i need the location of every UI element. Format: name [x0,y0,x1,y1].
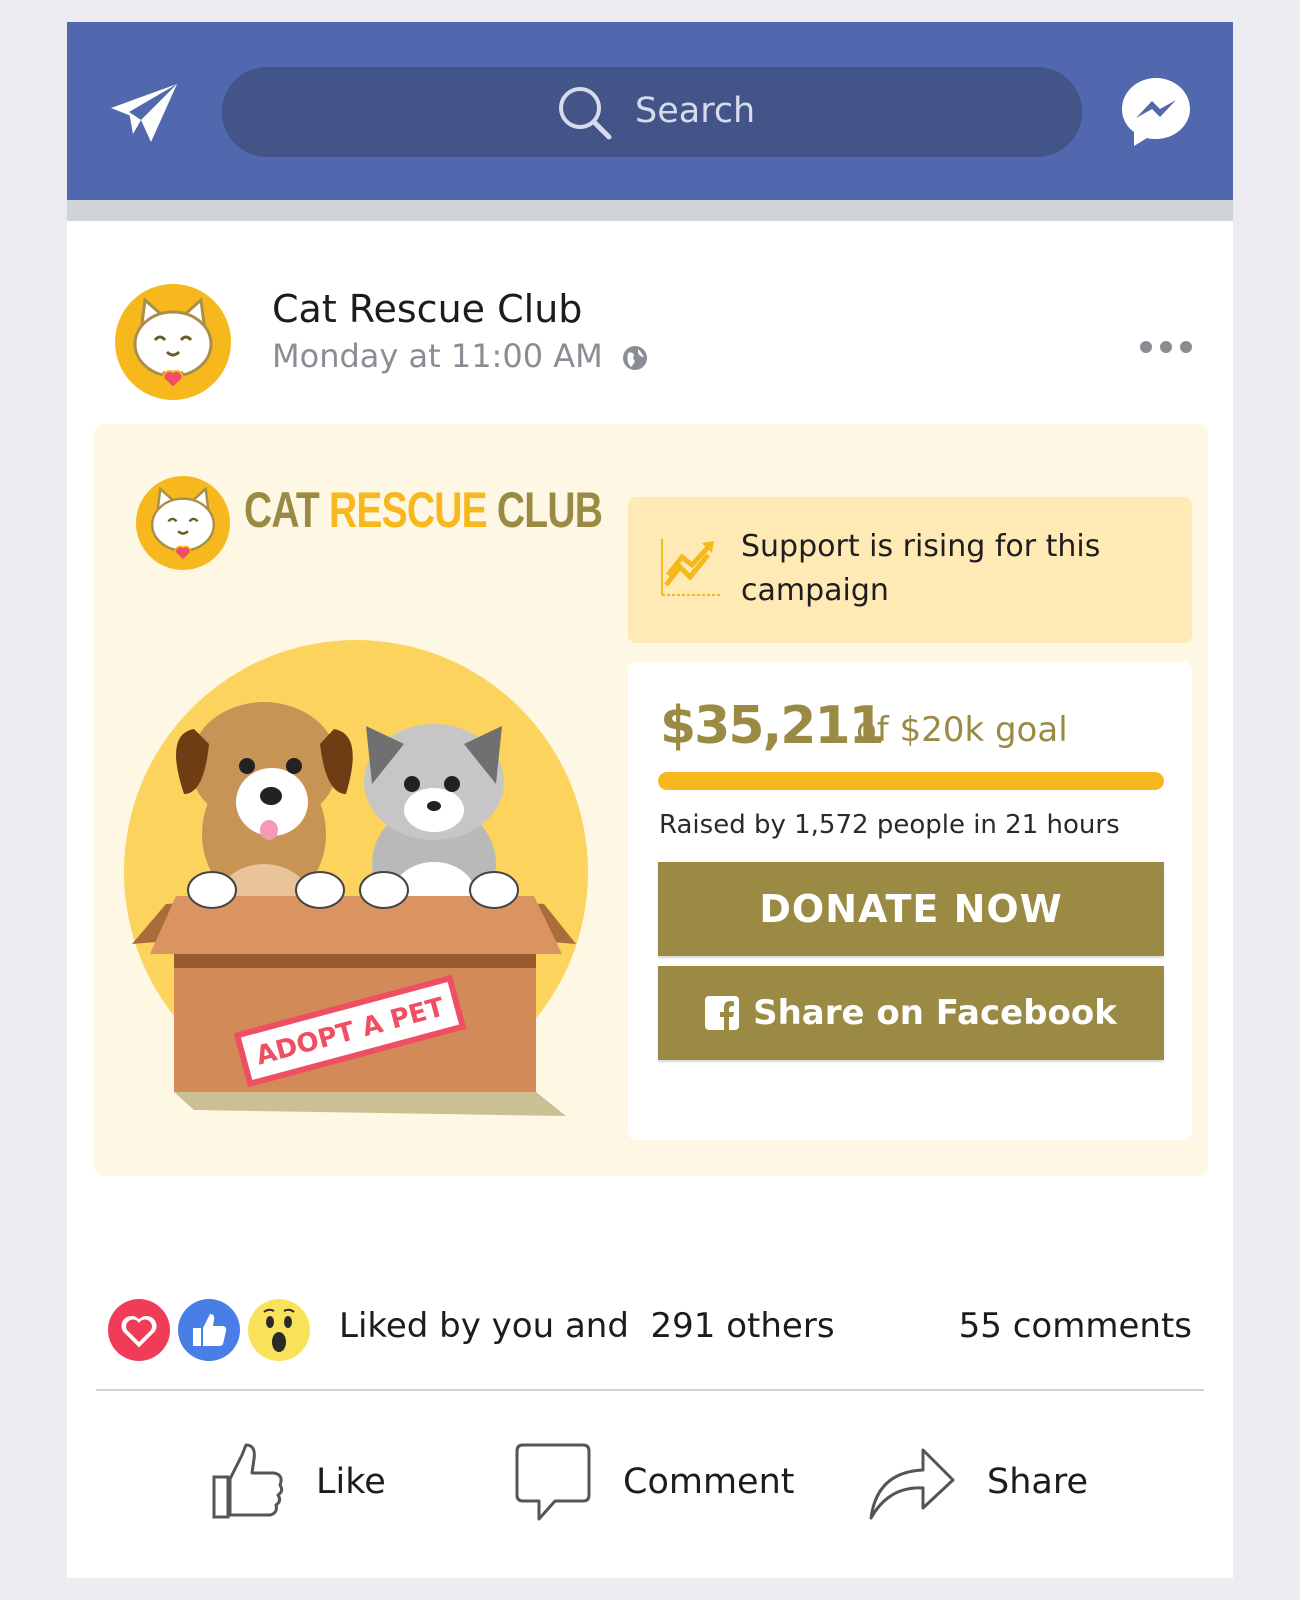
fundraiser-card: $35,211 of $20k goal Raised by 1,572 peo… [628,662,1192,1140]
campaign-banner: CAT RESCUE CLUB ADOPT A PET Support is r… [94,424,1208,1176]
like-reaction-icon [178,1299,240,1361]
top-bar: Search [67,22,1233,200]
comment-label: Comment [623,1462,795,1502]
goal-text: of $20k goal [856,710,1068,750]
like-button[interactable]: Like [212,1432,386,1532]
comment-button[interactable]: Comment [513,1432,794,1532]
raised-text: Raised by 1,572 people in 21 hours [659,810,1120,840]
brand-word-cat: CAT [244,482,320,538]
liked-by-text[interactable]: Liked by you and 291 others [339,1306,835,1346]
brand-logo [136,476,230,570]
search-placeholder: Search [635,91,756,131]
search-bar[interactable]: Search [222,67,1082,157]
phone-frame: Search Cat Rescue Club Monday at 11:00 A… [67,22,1233,1578]
donate-now-button[interactable]: DONATE NOW [658,862,1164,956]
facebook-icon [705,996,740,1030]
brand-word-club: CLUB [496,482,603,538]
share-label: Share [987,1462,1089,1502]
progress-fill [658,772,1164,790]
brand-wordmark: CAT RESCUE CLUB [244,480,603,540]
page-avatar[interactable] [115,284,231,400]
comments-count[interactable]: 55 comments [959,1306,1192,1346]
post-timestamp[interactable]: Monday at 11:00 AM [272,337,603,375]
like-label: Like [316,1462,386,1502]
page-name[interactable]: Cat Rescue Club [272,287,582,331]
rising-notice: Support is rising for this campaign [628,497,1192,643]
share-on-facebook-button[interactable]: Share on Facebook [658,966,1164,1060]
amount-raised: $35,211 [660,696,885,756]
search-icon [559,87,612,140]
messenger-icon[interactable] [1119,74,1193,148]
top-bar-divider [67,200,1233,221]
send-icon[interactable] [109,82,179,144]
comment-icon [515,1443,591,1521]
share-on-facebook-label: Share on Facebook [753,993,1117,1033]
share-icon [869,1448,955,1520]
like-icon [212,1443,284,1519]
reaction-icons[interactable] [107,1298,317,1362]
more-options-icon[interactable] [1139,340,1193,354]
share-button[interactable]: Share [867,1432,1088,1532]
globe-icon [623,346,647,370]
trend-icon [661,539,720,596]
adopt-pet-illustration: ADOPT A PET [124,640,588,1116]
love-reaction-icon [108,1299,170,1361]
brand-word-rescue: RESCUE [328,482,488,538]
actions-divider [96,1389,1204,1391]
wow-reaction-icon [248,1299,310,1361]
rising-text: Support is rising for this campaign [741,529,1101,608]
progress-bar [658,772,1164,790]
